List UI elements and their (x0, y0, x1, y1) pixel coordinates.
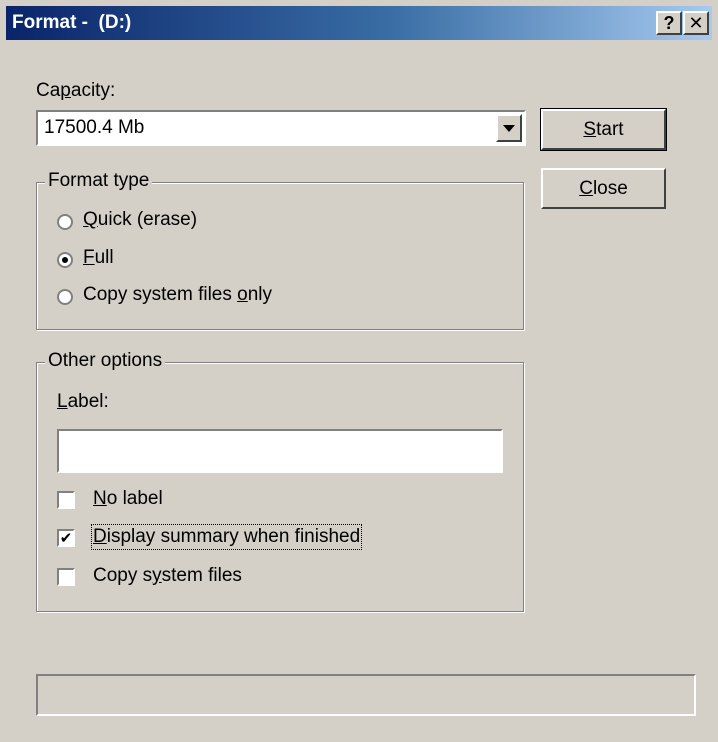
dropdown-button[interactable] (496, 114, 522, 142)
other-options-group: Other options Label: No label ✔ Display … (36, 350, 524, 612)
progress-bar (36, 674, 696, 716)
close-icon: ✕ (688, 12, 704, 33)
other-options-title: Other options (45, 350, 166, 372)
radio-copy-system-only[interactable] (57, 289, 73, 305)
format-dialog: Format - (D:) ? ✕ Capacity: 17500.4 Mb S… (0, 0, 718, 742)
capacity-dropdown[interactable]: 17500.4 Mb (36, 110, 526, 146)
capacity-label: Capacity: (36, 80, 116, 101)
checkbox-no-label[interactable] (57, 491, 75, 509)
radio-full[interactable] (57, 252, 73, 268)
close-button[interactable]: Close (541, 168, 666, 209)
radio-selected-dot (62, 257, 68, 263)
checkmark-icon: ✔ (59, 529, 73, 547)
radio-full-label: Full (83, 247, 114, 268)
chevron-down-icon (503, 124, 515, 132)
window-title: Format - (D:) (12, 12, 132, 33)
checkbox-display-summary[interactable]: ✔ (57, 529, 75, 547)
label-field-label: Label: (57, 391, 109, 412)
radio-quick-label: Quick (erase) (83, 209, 198, 230)
format-type-title: Format type (45, 170, 153, 192)
checkbox-no-label-text: No label (93, 488, 163, 509)
radio-quick[interactable] (57, 214, 73, 230)
checkbox-copy-system-files[interactable] (57, 568, 75, 586)
close-window-button[interactable]: ✕ (683, 11, 709, 35)
checkbox-copy-system-files-text: Copy system files (93, 565, 242, 586)
checkbox-display-summary-text: Display summary when finished (90, 524, 363, 550)
title-bar[interactable]: Format - (D:) ? ✕ (6, 6, 712, 40)
format-type-group: Format type Quick (erase) Full Copy syst… (36, 170, 524, 330)
label-input[interactable] (57, 429, 503, 473)
capacity-value: 17500.4 Mb (44, 117, 145, 138)
radio-copy-system-only-label: Copy system files only (83, 284, 273, 305)
start-button[interactable]: Start (540, 108, 667, 151)
help-icon: ? (663, 12, 675, 33)
help-button[interactable]: ? (656, 11, 682, 35)
